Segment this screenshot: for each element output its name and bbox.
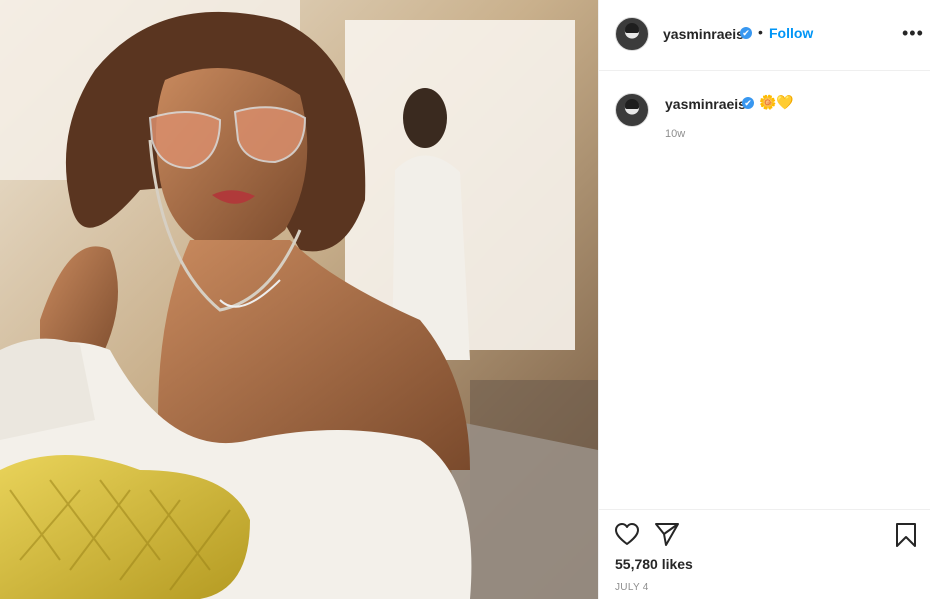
username-link[interactable]: yasminraeis [663, 26, 744, 42]
more-options-icon[interactable]: ••• [902, 24, 924, 42]
post-header: yasminraeis ✔ • Follow ••• [599, 0, 930, 71]
caption-username-link[interactable]: yasminraeis [665, 96, 746, 112]
caption-avatar[interactable] [615, 93, 649, 127]
caption-text: 🌼💛 [759, 94, 794, 110]
heart-icon[interactable] [614, 522, 640, 551]
avatar[interactable] [615, 17, 649, 51]
post-date: JULY 4 [615, 582, 649, 593]
caption-verified-badge-icon: ✔ [742, 97, 754, 109]
separator-dot: • [758, 24, 763, 40]
post-photo[interactable] [0, 0, 598, 599]
photo-illustration [0, 0, 598, 599]
bookmark-icon[interactable] [895, 522, 917, 553]
paper-plane-icon[interactable] [654, 521, 680, 552]
likes-count[interactable]: 55,780 likes [615, 556, 693, 572]
caption-timestamp[interactable]: 10w [665, 128, 685, 140]
post-side-panel: yasminraeis ✔ • Follow ••• yasminraeis ✔… [598, 0, 930, 599]
follow-button[interactable]: Follow [769, 25, 813, 41]
post-actions-footer: 55,780 likes JULY 4 [599, 509, 930, 599]
instagram-post: yasminraeis ✔ • Follow ••• yasminraeis ✔… [0, 0, 930, 599]
verified-badge-icon: ✔ [740, 27, 752, 39]
